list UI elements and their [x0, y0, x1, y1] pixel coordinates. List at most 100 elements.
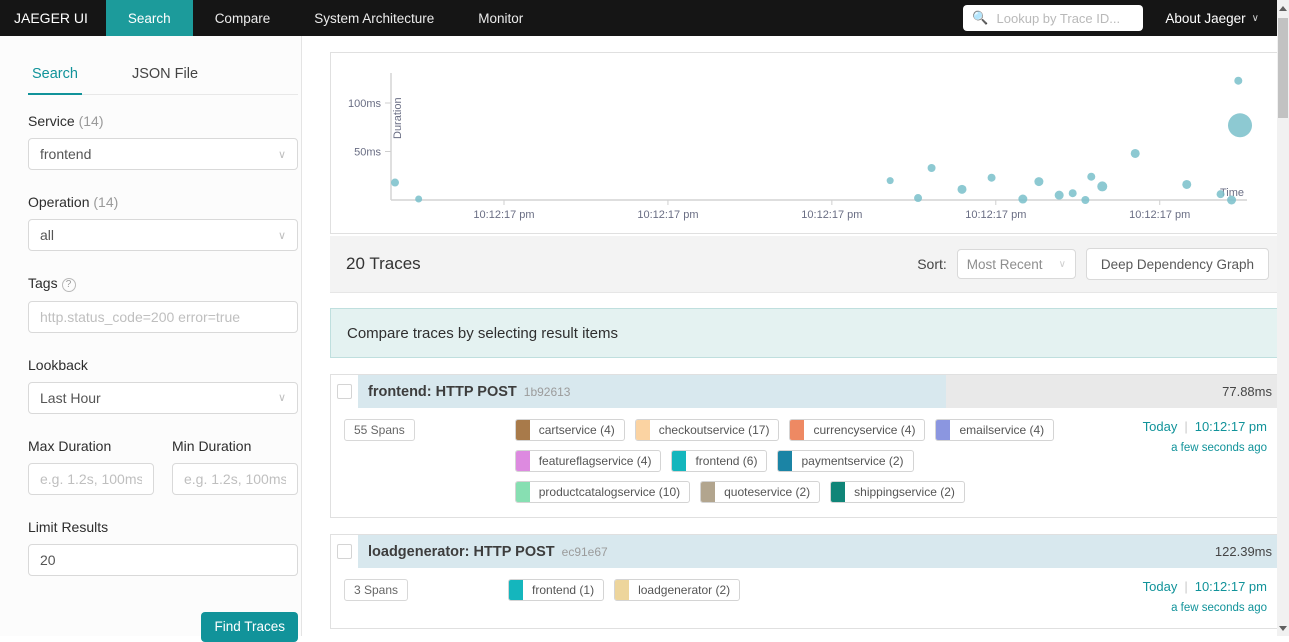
service-color-chip	[615, 580, 630, 600]
service-tag[interactable]: paymentservice (2)	[777, 450, 914, 472]
limit-results-input[interactable]	[28, 543, 298, 576]
service-tags: frontend (1) loadgenerator (2)	[508, 579, 1070, 601]
service-tag[interactable]: currencyservice (4)	[789, 419, 926, 441]
trace-header[interactable]: loadgenerator: HTTP POST ec91e67 122.39m…	[331, 535, 1282, 568]
svg-text:10:12:17 pm: 10:12:17 pm	[1129, 209, 1190, 221]
service-tag-label: shippingservice (2)	[854, 485, 955, 499]
trace-title[interactable]: frontend: HTTP POST	[368, 384, 517, 400]
trace-count: 20 Traces	[346, 254, 421, 273]
trace-relative-time: a few seconds ago	[1171, 442, 1267, 454]
nav-item-system-architecture[interactable]: System Architecture	[292, 0, 456, 36]
results-header: 20 Traces Sort: Most Recent ∨ Deep Depen…	[330, 236, 1283, 293]
service-color-chip	[936, 420, 951, 440]
trace-id: ec91e67	[561, 544, 608, 559]
nav-item-compare[interactable]: Compare	[193, 0, 293, 36]
service-tag[interactable]: loadgenerator (2)	[614, 579, 741, 601]
service-select[interactable]: frontend ∨	[28, 138, 298, 170]
compare-banner: Compare traces by selecting result items	[330, 308, 1283, 358]
trace-duration: 122.39ms	[1214, 544, 1272, 559]
service-tag[interactable]: featureflagservice (4)	[514, 450, 662, 472]
trace-time-link[interactable]: 10:12:17 pm	[1195, 579, 1267, 594]
search-results-main: 50ms 100ms Duration 10:12:17 pm 10:12:17 pm 1…	[302, 36, 1289, 636]
service-tag-label: frontend (1)	[532, 583, 595, 597]
trace-title[interactable]: loadgenerator: HTTP POST	[368, 544, 555, 560]
service-tag-label: quoteservice (2)	[724, 485, 811, 499]
service-color-chip	[515, 482, 530, 502]
max-duration-input[interactable]	[28, 462, 154, 495]
trace-header[interactable]: frontend: HTTP POST 1b92613 77.88ms	[331, 375, 1282, 408]
span-count-chip: 3 Spans	[344, 579, 409, 601]
duration-scatter-chart: 50ms 100ms Duration 10:12:17 pm 10:12:17 pm 1…	[330, 52, 1283, 234]
trace-relative-time: a few seconds ago	[1171, 602, 1267, 614]
scroll-down-arrow[interactable]	[1277, 622, 1289, 634]
search-icon: 🔍	[972, 10, 989, 25]
operation-count: (14)	[93, 194, 119, 210]
trace-select-checkbox[interactable]	[337, 384, 352, 399]
limit-results-label: Limit Results	[28, 518, 109, 535]
service-tag[interactable]: checkoutservice (17)	[634, 419, 780, 441]
min-duration-input[interactable]	[172, 462, 298, 495]
service-tag[interactable]: frontend (6)	[671, 450, 768, 472]
top-navbar: JAEGER UI Search Compare System Architec…	[0, 0, 1289, 36]
service-tag-label: paymentservice (2)	[801, 454, 904, 468]
deep-dependency-graph-button[interactable]: Deep Dependency Graph	[1085, 248, 1269, 280]
trace-date-link[interactable]: Today	[1143, 419, 1178, 434]
app-brand[interactable]: JAEGER UI	[0, 0, 106, 36]
trace-id-input[interactable]	[994, 9, 1135, 27]
trace-time-link[interactable]: 10:12:17 pm	[1195, 419, 1267, 434]
service-tag-label: frontend (6)	[695, 454, 758, 468]
max-duration-label: Max Duration	[28, 437, 112, 454]
scrollbar-thumb[interactable]	[1278, 18, 1288, 118]
scatter-plot-svg[interactable]: 50ms 100ms Duration 10:12:17 pm 10:12:17 pm 1…	[335, 59, 1278, 231]
vertical-scrollbar[interactable]	[1277, 0, 1289, 636]
service-tag[interactable]: cartservice (4)	[514, 419, 625, 441]
service-color-chip	[778, 451, 793, 471]
service-tag[interactable]: emailservice (4)	[935, 419, 1055, 441]
trace-result-card: frontend: HTTP POST 1b92613 77.88ms 55 S…	[330, 374, 1283, 518]
scroll-up-arrow[interactable]	[1277, 2, 1289, 14]
trace-timestamps: Today | 10:12:17 pm a few seconds ago	[1142, 579, 1267, 614]
tab-json-file[interactable]: JSON File	[128, 56, 202, 94]
tab-search[interactable]: Search	[28, 56, 82, 95]
chevron-down-icon: ∨	[277, 148, 286, 161]
service-tag-label: cartservice (4)	[538, 423, 615, 437]
lookback-select[interactable]: Last Hour ∨	[28, 381, 298, 414]
find-traces-button[interactable]: Find Traces	[201, 611, 298, 642]
trace-id-search-box[interactable]: 🔍	[963, 5, 1144, 31]
service-color-chip	[635, 420, 650, 440]
service-tag[interactable]: frontend (1)	[508, 579, 605, 601]
service-color-chip	[515, 420, 530, 440]
trace-duration: 77.88ms	[1222, 384, 1272, 399]
service-color-chip	[509, 580, 524, 600]
sort-label: Sort:	[917, 256, 947, 272]
trace-date-link[interactable]: Today	[1143, 579, 1178, 594]
service-tags: cartservice (4) checkoutservice (17) curre…	[514, 419, 1077, 503]
nav-item-monitor[interactable]: Monitor	[456, 0, 545, 36]
chevron-down-icon: ∨	[277, 229, 286, 242]
min-duration-label: Min Duration	[172, 437, 252, 454]
service-tag-label: featureflagservice (4)	[538, 454, 652, 468]
service-tag[interactable]: productcatalogservice (10)	[514, 481, 691, 503]
service-tag[interactable]: shippingservice (2)	[830, 481, 965, 503]
nav-item-search[interactable]: Search	[105, 0, 193, 36]
svg-text:Duration: Duration	[392, 97, 404, 139]
trace-select-checkbox[interactable]	[337, 544, 352, 559]
operation-select[interactable]: all ∨	[28, 219, 298, 251]
trace-id: 1b92613	[523, 384, 571, 399]
service-count: (14)	[78, 113, 104, 129]
service-label: Service	[28, 113, 75, 129]
sort-select[interactable]: Most Recent ∨	[956, 249, 1076, 279]
lookback-label: Lookback	[28, 356, 88, 373]
service-tag[interactable]: quoteservice (2)	[700, 481, 821, 503]
help-icon[interactable]: ?	[61, 277, 76, 292]
svg-text:10:12:17 pm: 10:12:17 pm	[637, 209, 698, 221]
tags-label: Tags	[28, 275, 58, 291]
svg-text:10:12:17 pm: 10:12:17 pm	[965, 209, 1026, 221]
chevron-down-icon: ∨	[277, 392, 286, 404]
about-jaeger-menu[interactable]: About Jaeger ∨	[1165, 11, 1259, 26]
tags-input[interactable]	[28, 300, 298, 333]
service-color-chip	[515, 451, 530, 471]
service-tag-label: emailservice (4)	[959, 423, 1045, 437]
svg-text:10:12:17 pm: 10:12:17 pm	[473, 209, 534, 221]
svg-text:100ms: 100ms	[348, 98, 382, 110]
